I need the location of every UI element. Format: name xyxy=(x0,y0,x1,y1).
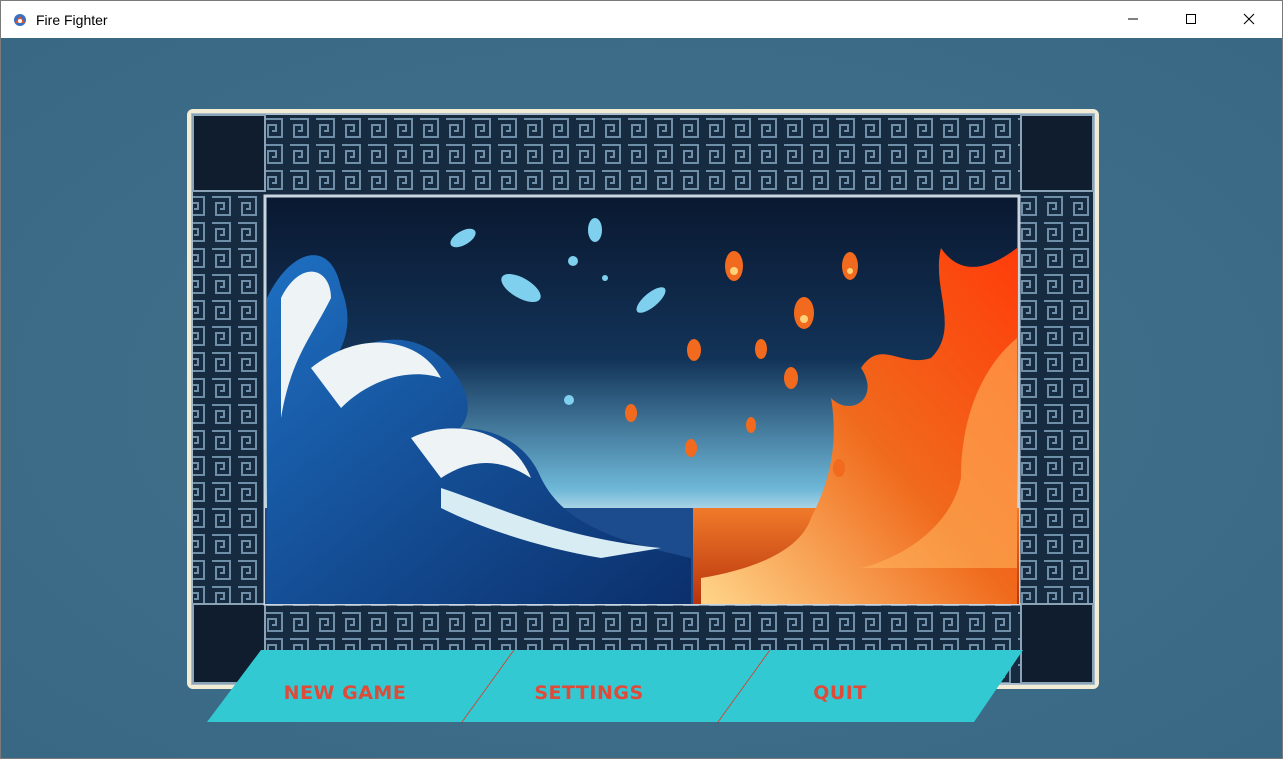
quit-button[interactable]: QUIT xyxy=(718,650,1023,722)
new-game-button[interactable]: NEW GAME xyxy=(207,650,514,722)
settings-label: SETTINGS xyxy=(534,682,643,704)
main-menu: NEW GAME SETTINGS QUIT xyxy=(207,649,1023,723)
game-window: Fire Fighter NEW GAME SETTINGS QUIT xyxy=(0,0,1283,759)
close-button[interactable] xyxy=(1221,1,1279,38)
game-scene: NEW GAME SETTINGS QUIT xyxy=(1,38,1282,758)
title-bar[interactable]: Fire Fighter xyxy=(1,1,1282,38)
close-icon xyxy=(1243,13,1255,25)
title-artwork xyxy=(187,109,1099,689)
window-title: Fire Fighter xyxy=(36,12,108,28)
quit-label: QUIT xyxy=(813,682,867,704)
new-game-label: NEW GAME xyxy=(284,682,407,704)
settings-button[interactable]: SETTINGS xyxy=(462,650,770,722)
minimize-button[interactable] xyxy=(1105,1,1163,38)
minimize-icon xyxy=(1128,18,1138,20)
maximize-button[interactable] xyxy=(1163,1,1221,38)
maximize-icon xyxy=(1186,14,1196,24)
fire-fighter-icon xyxy=(14,14,26,26)
game-canvas: NEW GAME SETTINGS QUIT xyxy=(1,38,1282,758)
